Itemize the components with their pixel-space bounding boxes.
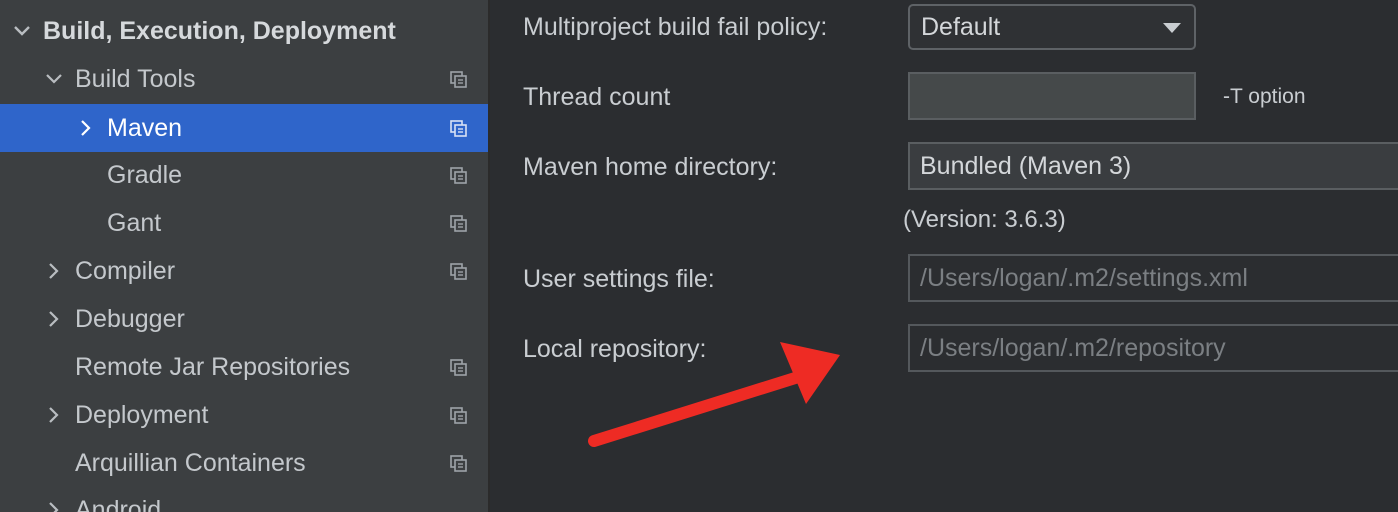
project-settings-icon <box>449 119 469 139</box>
tree-item-deployment[interactable]: Deployment <box>0 391 488 439</box>
maven-home-combobox[interactable]: Bundled (Maven 3) <box>908 142 1398 190</box>
tree-item-build-execution-deployment[interactable]: Build, Execution, Deployment <box>0 7 488 55</box>
tree-item-maven[interactable]: Maven <box>0 104 488 152</box>
tree-item-remote-jar-repositories[interactable]: Remote Jar Repositories <box>0 343 488 391</box>
tree-item-label: Remote Jar Repositories <box>75 353 351 381</box>
tree-item-label: Android <box>75 496 162 512</box>
project-settings-icon <box>449 262 469 282</box>
fail-policy-dropdown[interactable]: Default <box>908 4 1196 50</box>
project-settings-icon <box>449 406 469 426</box>
project-settings-icon <box>449 358 469 378</box>
tree-item-debugger[interactable]: Debugger <box>0 295 488 343</box>
thread-count-label: Thread count <box>523 83 671 111</box>
tree-item-label: Compiler <box>75 257 176 285</box>
settings-window: Build, Execution, Deployment Build Tools… <box>0 0 1398 512</box>
user-settings-label: User settings file: <box>523 265 715 293</box>
chevron-right-icon[interactable] <box>41 403 65 427</box>
tree-item-arquillian-containers[interactable]: Arquillian Containers <box>0 439 488 487</box>
fail-policy-label: Multiproject build fail policy: <box>523 13 828 41</box>
dropdown-arrow-icon <box>1162 21 1182 33</box>
tree-item-label: Gradle <box>107 161 183 189</box>
settings-sidebar-tree: Build, Execution, Deployment Build Tools… <box>0 0 488 512</box>
tree-item-label: Arquillian Containers <box>75 449 306 477</box>
tree-item-compiler[interactable]: Compiler <box>0 247 488 295</box>
tree-item-label: Deployment <box>75 401 209 429</box>
maven-home-label: Maven home directory: <box>523 153 778 181</box>
tree-item-label: Build Tools <box>75 65 196 93</box>
chevron-down-icon[interactable] <box>42 67 66 91</box>
tree-item-build-tools[interactable]: Build Tools <box>0 55 488 103</box>
chevron-right-icon[interactable] <box>73 116 97 140</box>
project-settings-icon <box>449 166 469 186</box>
fail-policy-value: Default <box>921 13 1001 41</box>
tree-item-label: Build, Execution, Deployment <box>43 17 396 45</box>
local-repository-input[interactable]: /Users/logan/.m2/repository <box>908 324 1398 372</box>
chevron-right-icon[interactable] <box>41 307 65 331</box>
maven-version-text: (Version: 3.6.3) <box>903 206 1066 233</box>
chevron-right-icon[interactable] <box>41 259 65 283</box>
tree-item-gradle[interactable]: Gradle <box>0 151 488 199</box>
chevron-right-icon[interactable] <box>41 498 65 512</box>
local-repository-label: Local repository: <box>523 335 707 363</box>
project-settings-icon <box>449 454 469 474</box>
tree-item-android[interactable]: Android <box>0 486 488 512</box>
project-settings-icon <box>449 70 469 90</box>
chevron-down-icon[interactable] <box>10 19 34 43</box>
user-settings-input[interactable]: /Users/logan/.m2/settings.xml <box>908 254 1398 302</box>
tree-item-label: Debugger <box>75 305 185 333</box>
project-settings-icon <box>449 214 469 234</box>
tree-item-label: Gant <box>107 209 162 237</box>
thread-count-hint: -T option <box>1223 85 1306 108</box>
maven-settings-panel: Multiproject build fail policy: Default … <box>490 0 1398 512</box>
tree-item-label: Maven <box>107 114 183 142</box>
thread-count-input[interactable] <box>908 72 1196 120</box>
tree-item-gant[interactable]: Gant <box>0 199 488 247</box>
